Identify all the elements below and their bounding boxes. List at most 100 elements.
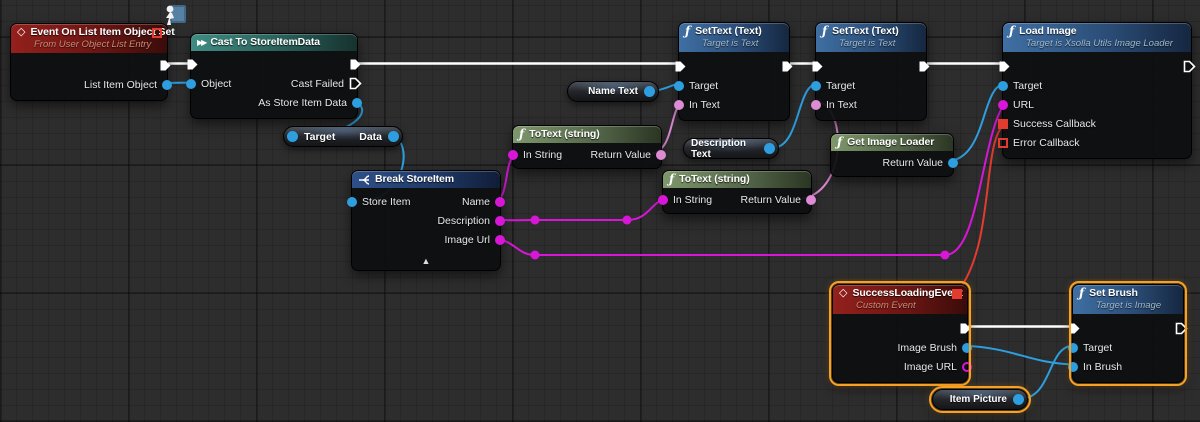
exec-out-pin[interactable] [1183,60,1196,73]
node-load-image[interactable]: ƒ Load Image Target is Xsolla Utils Imag… [1002,22,1192,159]
delegate-pin[interactable] [952,289,962,299]
node-title: Cast To StoreItemData [210,36,320,49]
node-set-brush[interactable]: ƒ Set Brush Target is Image Target [1072,284,1184,383]
function-icon: ƒ [1009,26,1014,37]
in-string-pin[interactable]: In String [658,194,712,206]
return-value-pin[interactable]: Return Value [740,194,816,206]
string-pin-icon [495,197,505,207]
node-get-image-loader[interactable]: ƒ Get Image Loader Return Value [830,133,954,177]
object-pin-icon[interactable] [1013,394,1024,405]
exec-in-pin[interactable] [1068,322,1081,335]
exec-in-pin[interactable] [186,58,199,71]
node-header[interactable]: ◇ SuccessLoadingEvent Custom Event [833,285,967,314]
target-pin[interactable]: Target [811,80,855,92]
exec-pin-icon [1183,60,1196,73]
node-title: ToText (string) [529,128,599,141]
object-pin-icon [948,158,958,168]
exec-out-pin[interactable] [159,59,172,72]
node-get-description-text[interactable]: Description Text [683,138,779,159]
string-pin-icon [962,362,972,372]
exec-out-pin[interactable] [1175,322,1188,335]
image-brush-pin[interactable]: Image Brush [897,342,972,354]
exec-in-pin[interactable] [811,60,824,73]
object-pin-icon[interactable] [644,86,655,97]
text-pin-icon [811,100,821,110]
return-value-pin[interactable]: Return Value [590,149,666,161]
exec-out-pin[interactable] [781,60,794,73]
image-url-pin[interactable]: Image Url [444,234,505,246]
as-store-item-data-pin[interactable]: As Store Item Data [258,97,362,109]
event-icon: ◇ [17,27,25,38]
image-url-pin[interactable]: Image URL [904,361,972,373]
error-callback-pin[interactable]: Error Callback [998,137,1080,149]
node-header[interactable]: ƒ Load Image Target is Xsolla Utils Imag… [1003,23,1191,52]
delegate-pin[interactable] [152,28,162,38]
node-success-loading-event[interactable]: ◇ SuccessLoadingEvent Custom Event Image… [832,284,968,383]
delegate-pin-icon [998,138,1008,148]
store-item-pin[interactable]: Store Item [347,196,410,208]
node-subtitle: Target is Xsolla Utils Image Loader [1026,37,1183,50]
target-pin[interactable]: Target [1068,342,1112,354]
node-break-storeitem[interactable]: Break StoreItem Store Item Name Descript… [351,170,501,271]
text-pin-icon [674,100,684,110]
exec-pin-icon [918,60,931,73]
node-header[interactable]: ▶▶ Cast To StoreItemData [191,34,357,51]
function-icon: ƒ [822,26,827,37]
node-header[interactable]: ƒ SetText (Text) Target is Text [816,23,926,52]
node-get-name-text[interactable]: Name Text [567,81,659,102]
exec-pin-icon [781,60,794,73]
object-pin-icon [811,81,821,91]
target-pin[interactable]: Target [291,131,335,143]
target-pin[interactable]: Target [998,80,1042,92]
url-pin[interactable]: URL [998,99,1034,111]
node-header[interactable]: ◇ Event On List Item Object Set From Use… [11,24,167,53]
in-brush-pin[interactable]: In Brush [1068,361,1122,373]
exec-out-pin[interactable] [349,58,362,71]
node-totext-name[interactable]: ƒ ToText (string) In String Return Value [512,125,662,169]
node-title: Get Image Loader [847,136,934,149]
object-input-pin[interactable]: Object [186,78,231,90]
object-pin-icon[interactable] [764,143,775,154]
node-totext-description[interactable]: ƒ ToText (string) In String Return Value [662,170,812,214]
node-cast-to-storeitemdata[interactable]: ▶▶ Cast To StoreItemData Object Cast F [190,33,358,119]
object-pin-icon [388,131,399,142]
string-pin-icon [495,235,505,245]
exec-pin-icon [1068,322,1081,335]
name-pin[interactable]: Name [462,196,505,208]
node-header[interactable]: ƒ ToText (string) [513,126,661,143]
in-text-pin[interactable]: In Text [811,99,857,111]
node-header[interactable]: Break StoreItem [352,171,500,188]
exec-pin-icon [159,59,172,72]
object-pin-icon [998,81,1008,91]
exec-out-pin[interactable] [918,60,931,73]
in-text-pin[interactable]: In Text [674,99,720,111]
node-header[interactable]: ƒ Get Image Loader [831,134,953,151]
object-pin-icon [1068,362,1078,372]
exec-out-pin[interactable] [959,322,972,335]
success-callback-pin[interactable]: Success Callback [998,118,1096,130]
object-pin-icon [1068,343,1078,353]
function-icon: ƒ [837,137,842,148]
node-header[interactable]: ƒ Set Brush Target is Image [1073,285,1183,314]
exec-in-pin[interactable] [998,60,1011,73]
node-header[interactable]: ƒ ToText (string) [663,171,811,188]
exec-in-pin[interactable] [674,60,687,73]
in-string-pin[interactable]: In String [508,149,562,161]
node-get-data[interactable]: Target Data [283,126,403,147]
description-pin[interactable]: Description [437,215,505,227]
node-title: Break StoreItem [375,173,454,186]
break-struct-icon [358,174,370,186]
return-value-pin[interactable]: Return Value [882,157,958,169]
node-get-item-picture[interactable]: Item Picture [932,389,1028,410]
blueprint-graph-canvas[interactable]: ◇ Event On List Item Object Set From Use… [0,0,1200,422]
target-pin[interactable]: Target [674,80,718,92]
node-header[interactable]: ƒ SetText (Text) Target is Text [679,23,789,52]
data-pin[interactable]: Data [359,131,395,143]
list-item-object-pin[interactable]: List Item Object [84,79,172,91]
node-event-on-list-item-object-set[interactable]: ◇ Event On List Item Object Set From Use… [10,23,168,101]
collapse-arrow[interactable]: ▲ [352,255,500,270]
object-pin-icon [347,197,357,207]
cast-failed-pin[interactable]: Cast Failed [291,77,362,90]
node-settext-description[interactable]: ƒ SetText (Text) Target is Text Target [815,22,927,121]
node-settext-name[interactable]: ƒ SetText (Text) Target is Text Target [678,22,790,121]
